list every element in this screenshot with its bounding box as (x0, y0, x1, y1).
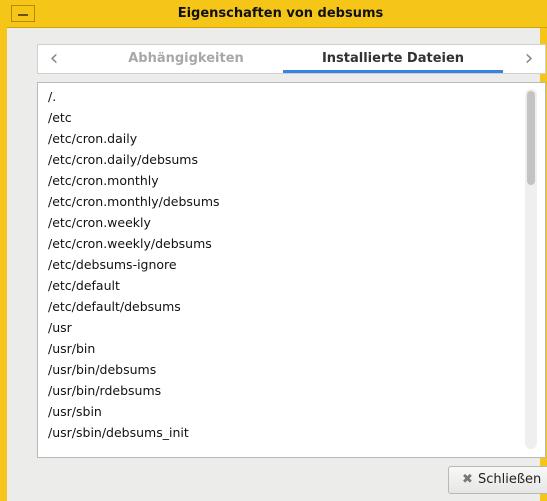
dialog-window: Eigenschaften von debsums ‹ Abhängigkeit… (0, 0, 547, 501)
list-item[interactable]: /etc (38, 107, 545, 128)
list-item[interactable]: /usr (38, 317, 545, 338)
installed-files-list[interactable]: /./etc/etc/cron.daily/etc/cron.daily/deb… (37, 82, 546, 458)
chevron-left-icon[interactable]: ‹ (38, 45, 70, 73)
list-item[interactable]: /etc/debsums-ignore (38, 254, 545, 275)
tab-abhaengigkeiten[interactable]: Abhängigkeiten (86, 45, 286, 73)
scrollbar-thumb[interactable] (527, 91, 535, 185)
list-item[interactable]: /usr/bin (38, 338, 545, 359)
active-tab-indicator (283, 70, 503, 73)
list-item[interactable]: /usr/sbin/debsums_init (38, 422, 545, 443)
chevron-right-icon[interactable]: › (513, 45, 545, 73)
list-item[interactable]: /usr/bin/debsums (38, 359, 545, 380)
list-item[interactable]: /usr/sbin (38, 401, 545, 422)
list-item[interactable]: /etc/cron.weekly/debsums (38, 233, 545, 254)
tab-bar: ‹ Abhängigkeiten Installierte Dateien › (37, 44, 546, 74)
close-button[interactable]: ✖ Schließen (448, 466, 547, 494)
list-item[interactable]: /usr/bin/rdebsums (38, 380, 545, 401)
close-button-label: Schließen (478, 472, 542, 487)
list-item[interactable]: /etc/cron.monthly/debsums (38, 191, 545, 212)
tab-installierte-dateien[interactable]: Installierte Dateien (283, 45, 503, 73)
list-item[interactable]: /etc/cron.daily (38, 128, 545, 149)
list-item[interactable]: /etc/default (38, 275, 545, 296)
list-item[interactable]: /etc/cron.monthly (38, 170, 545, 191)
titlebar[interactable]: Eigenschaften von debsums (7, 0, 547, 28)
file-items: /./etc/etc/cron.daily/etc/cron.daily/deb… (38, 86, 545, 443)
list-item[interactable]: /etc/cron.weekly (38, 212, 545, 233)
close-icon: ✖ (462, 472, 473, 487)
window-title: Eigenschaften von debsums (177, 6, 384, 21)
vertical-scrollbar[interactable] (525, 89, 537, 449)
tab-label: Installierte Dateien (321, 51, 465, 66)
list-item[interactable]: /. (38, 86, 545, 107)
list-item[interactable]: /etc/default/debsums (38, 296, 545, 317)
list-item[interactable]: /etc/cron.daily/debsums (38, 149, 545, 170)
